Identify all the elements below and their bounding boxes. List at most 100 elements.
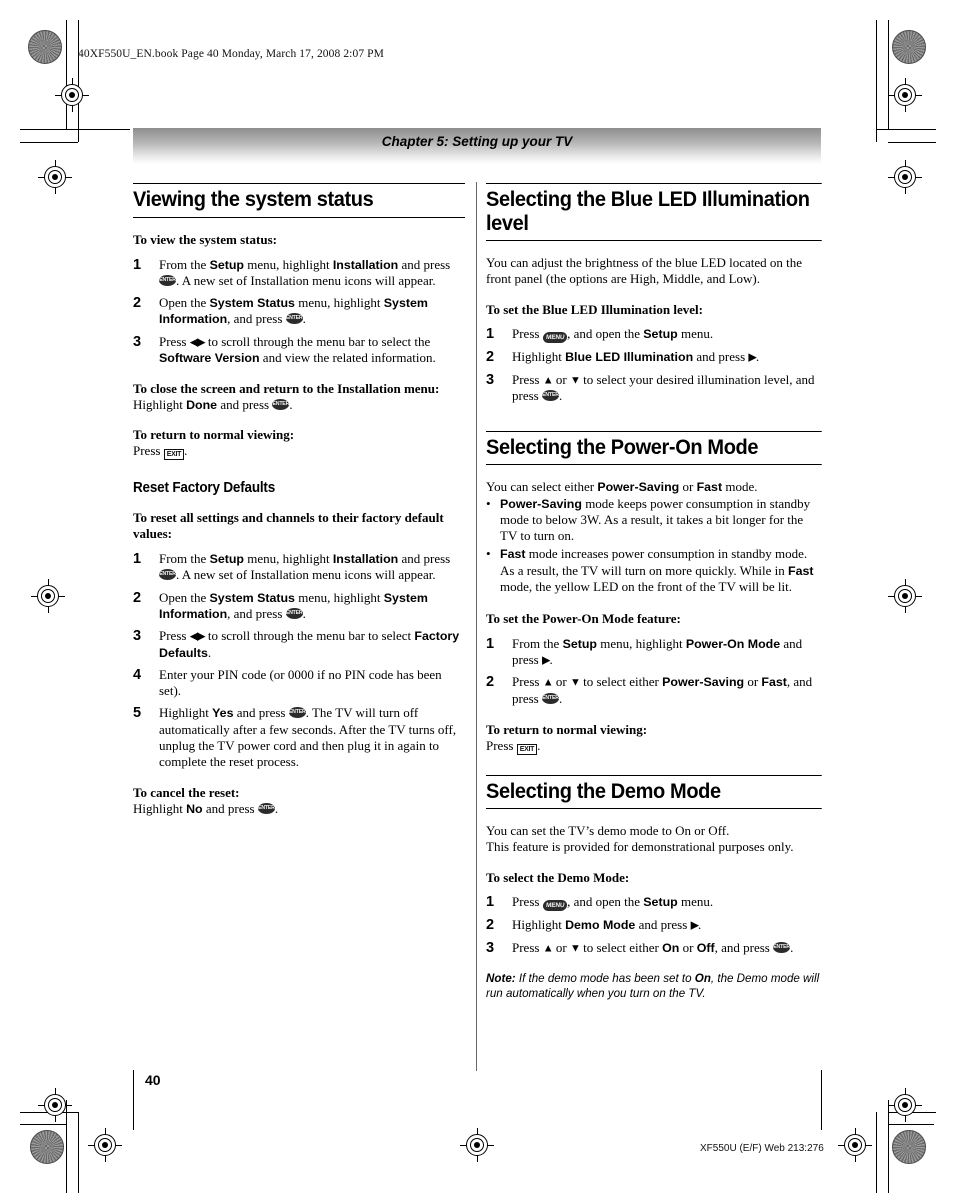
step-item: 1 Press MENU, and open the Setup menu. bbox=[486, 326, 822, 344]
right-column: Selecting the Blue LED Illumination leve… bbox=[486, 183, 822, 1002]
color-rosette bbox=[892, 30, 926, 64]
crop-mark-h bbox=[876, 129, 936, 131]
step-item: 3 Press ◀▶ to scroll through the menu ba… bbox=[133, 334, 465, 367]
crop-mark-h bbox=[20, 1124, 66, 1126]
page-edge-rule bbox=[821, 1070, 823, 1130]
step-text: Press ▲ or ▼ to select your desired illu… bbox=[512, 372, 815, 404]
step-number: 2 bbox=[486, 349, 495, 366]
enter-key-icon: ENTER bbox=[285, 607, 303, 619]
lead-to-set-power-on-mode: To set the Power-On Mode feature: bbox=[486, 611, 681, 626]
section-heading-power-on-mode: Selecting the Power-On Mode bbox=[486, 430, 822, 466]
para-press-exit: Press EXIT. bbox=[133, 443, 188, 461]
step-item: 3 Press ◀▶ to scroll through the menu ba… bbox=[133, 628, 465, 661]
step-text: Press ▲ or ▼ to select either On or Off,… bbox=[512, 940, 794, 956]
crop-mark-v bbox=[876, 1112, 878, 1193]
registration-target bbox=[888, 1088, 922, 1122]
steps-demo-mode: 1 Press MENU, and open the Setup menu. 2… bbox=[486, 894, 822, 957]
document-footer: XF550U (E/F) Web 213:276 bbox=[700, 1143, 824, 1154]
chapter-header-bar: Chapter 5: Setting up your TV bbox=[133, 128, 821, 164]
registration-target bbox=[31, 579, 65, 613]
step-text: Press MENU, and open the Setup menu. bbox=[512, 326, 714, 344]
section-heading-viewing-system-status: Viewing the system status bbox=[133, 183, 465, 218]
bullet-list-power-on-mode: • Power-Saving mode keeps power consumpt… bbox=[486, 496, 822, 595]
step-item: 1 From the Setup menu, highlight Install… bbox=[133, 551, 465, 583]
page-edge-rule bbox=[133, 1070, 135, 1130]
right-arrow-icon: ▶ bbox=[748, 351, 757, 364]
intro-demo-mode-1: You can set the TV’s demo mode to On or … bbox=[486, 823, 730, 839]
registration-target bbox=[88, 1128, 122, 1162]
down-arrow-icon: ▼ bbox=[569, 942, 581, 955]
steps-power-on-mode: 1 From the Setup menu, highlight Power-O… bbox=[486, 636, 822, 707]
step-item: 2 Open the System Status menu, highlight… bbox=[133, 295, 465, 328]
step-text: Press ◀▶ to scroll through the menu bar … bbox=[159, 333, 436, 365]
color-rosette bbox=[30, 1130, 64, 1164]
step-item: 5 Highlight Yes and press ENTER. The TV … bbox=[133, 705, 465, 770]
enter-key-icon: ENTER bbox=[285, 313, 303, 325]
crop-mark-h bbox=[888, 1124, 934, 1126]
intro-blue-led: You can adjust the brightness of the blu… bbox=[486, 255, 803, 287]
lead-to-select-demo-mode: To select the Demo Mode: bbox=[486, 869, 630, 885]
step-item: 3 Press ▲ or ▼ to select your desired il… bbox=[486, 372, 822, 404]
enter-key-icon: ENTER bbox=[257, 802, 275, 814]
crop-mark-h bbox=[20, 142, 78, 144]
crop-mark-v bbox=[876, 20, 878, 142]
list-item: • Power-Saving mode keeps power consumpt… bbox=[486, 496, 822, 545]
menu-key-icon: MENU bbox=[542, 332, 568, 344]
enter-key-icon: ENTER bbox=[288, 707, 306, 719]
step-number: 2 bbox=[133, 589, 142, 606]
step-text: Press ◀▶ to scroll through the menu bar … bbox=[159, 628, 460, 660]
step-item: 1 Press MENU, and open the Setup menu. bbox=[486, 894, 822, 912]
step-number: 1 bbox=[486, 894, 495, 911]
step-number: 2 bbox=[486, 674, 495, 691]
lead-to-reset-all-settings: To reset all settings and channels to th… bbox=[133, 510, 444, 542]
step-text: Open the System Status menu, highlight S… bbox=[159, 589, 428, 621]
registration-target bbox=[888, 78, 922, 112]
registration-target bbox=[38, 1088, 72, 1122]
registration-target bbox=[838, 1128, 872, 1162]
crop-mark-v bbox=[888, 20, 890, 130]
down-arrow-icon: ▼ bbox=[569, 676, 581, 689]
down-arrow-icon: ▼ bbox=[569, 374, 581, 387]
section-heading-blue-led-illumination: Selecting the Blue LED Illumination leve… bbox=[486, 183, 822, 242]
lead-to-view-system-status: To view the system status: bbox=[133, 231, 277, 247]
step-number: 2 bbox=[486, 917, 495, 934]
menu-key-icon: MENU bbox=[542, 900, 568, 912]
steps-blue-led: 1 Press MENU, and open the Setup menu. 2… bbox=[486, 326, 822, 404]
para-press-exit-2: Press EXIT. bbox=[486, 737, 541, 755]
step-item: 2 Highlight Blue LED Illumination and pr… bbox=[486, 349, 822, 366]
list-item-text: Fast mode increases power consumption in… bbox=[500, 546, 814, 594]
step-text: From the Setup menu, highlight Power-On … bbox=[512, 635, 803, 668]
bullet-icon: • bbox=[486, 546, 491, 562]
registration-target bbox=[38, 160, 72, 194]
step-item: 2 Open the System Status menu, highlight… bbox=[133, 590, 465, 623]
list-item: • Fast mode increases power consumption … bbox=[486, 546, 822, 595]
crop-mark-h bbox=[888, 142, 936, 144]
step-item: 4 Enter your PIN code (or 0000 if no PIN… bbox=[133, 667, 465, 699]
lead-to-cancel-reset: To cancel the reset: bbox=[133, 784, 240, 800]
color-rosette bbox=[28, 30, 62, 64]
registration-target bbox=[888, 160, 922, 194]
step-number: 3 bbox=[486, 940, 495, 957]
step-text: Open the System Status menu, highlight S… bbox=[159, 294, 428, 327]
step-text: From the Setup menu, highlight Installat… bbox=[159, 256, 451, 288]
step-item: 2 Highlight Demo Mode and press ▶. bbox=[486, 917, 822, 934]
crop-mark-v bbox=[78, 1112, 80, 1193]
lead-to-return-normal-viewing: To return to normal viewing: bbox=[133, 427, 295, 443]
step-number: 1 bbox=[133, 256, 142, 273]
crop-mark-v bbox=[66, 20, 68, 130]
list-item-text: Power-Saving mode keeps power consumptio… bbox=[500, 495, 811, 544]
step-item: 1 From the Setup menu, highlight Install… bbox=[133, 257, 465, 289]
up-arrow-icon: ▲ bbox=[542, 676, 554, 689]
column-divider bbox=[476, 182, 477, 1071]
step-number: 1 bbox=[133, 551, 142, 568]
exit-key-icon: EXIT bbox=[516, 743, 538, 755]
steps-reset-factory-defaults: 1 From the Setup menu, highlight Install… bbox=[133, 551, 465, 770]
chapter-title: Chapter 5: Setting up your TV bbox=[381, 134, 573, 149]
registration-target bbox=[460, 1128, 494, 1162]
section-heading-demo-mode: Selecting the Demo Mode bbox=[486, 774, 822, 810]
step-text: Enter your PIN code (or 0000 if no PIN c… bbox=[159, 667, 442, 699]
lead-to-close-screen: To close the screen and return to the In… bbox=[133, 381, 440, 397]
step-number: 1 bbox=[486, 326, 495, 343]
exit-key-icon: EXIT bbox=[163, 449, 185, 461]
step-number: 3 bbox=[486, 372, 495, 389]
